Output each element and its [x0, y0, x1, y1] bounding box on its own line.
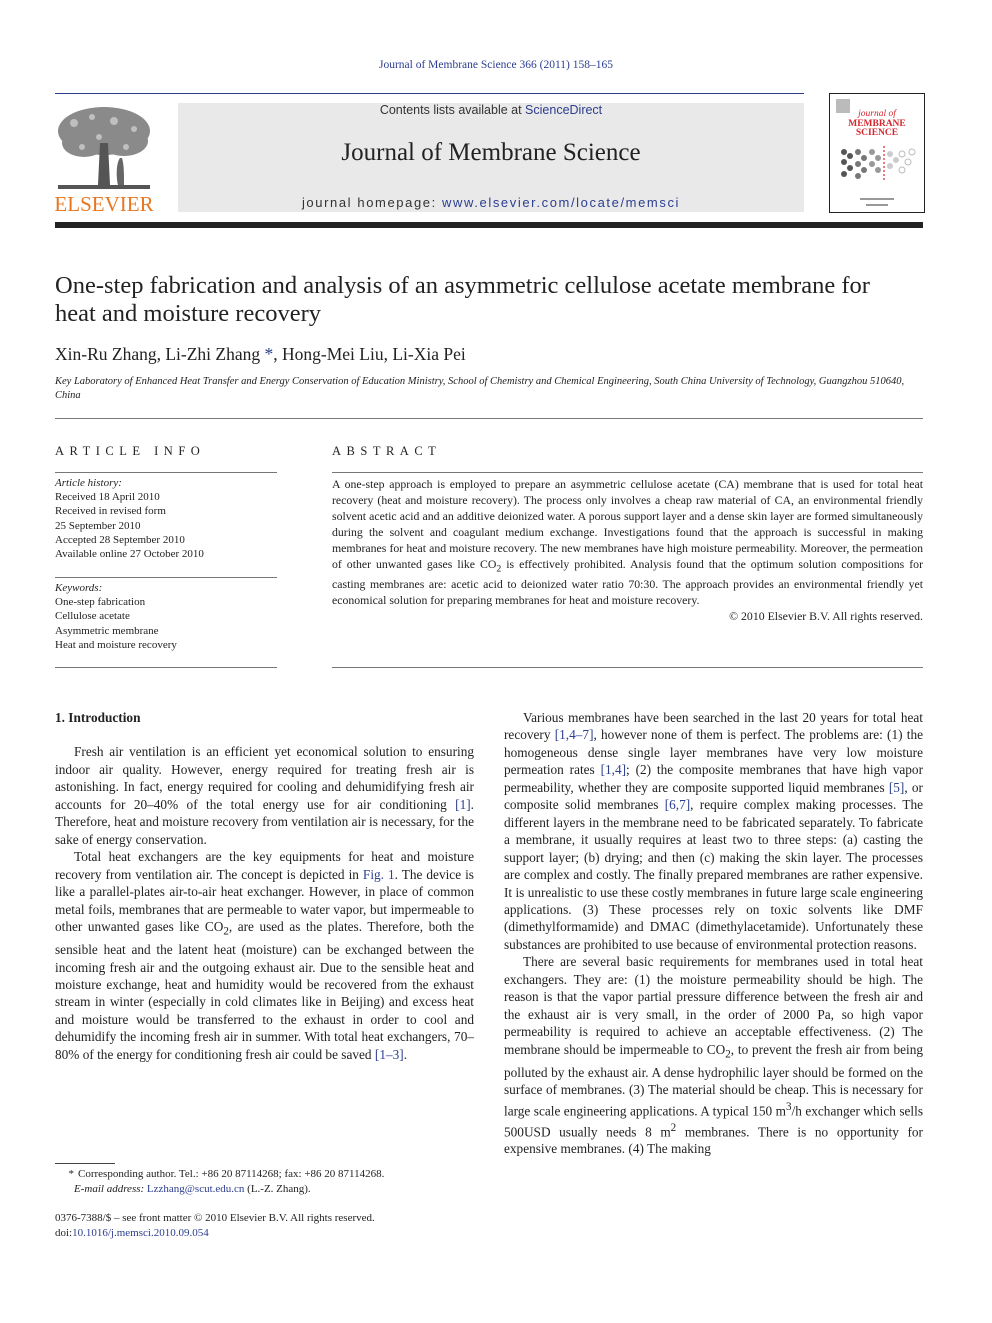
contents-prefix: Contents lists available at: [379, 103, 526, 117]
front-matter: 0376-7388/$ – see front matter © 2010 El…: [55, 1211, 475, 1241]
keyword-item: Cellulose acetate: [55, 610, 130, 623]
paragraph-text: .: [403, 1046, 408, 1062]
citation-link[interactable]: [5]: [889, 780, 905, 795]
authors-text: Xin-Ru Zhang, Li-Zhi Zhang: [55, 344, 261, 364]
divider: [332, 472, 923, 473]
history-label: Article history:: [55, 477, 122, 489]
corresponding-author-link[interactable]: *: [264, 344, 273, 364]
authors-text: , Hong-Mei Liu, Li-Xia Pei: [273, 344, 466, 364]
footnote-text: Corresponding author. Tel.: +86 20 87114…: [78, 1168, 385, 1180]
elsevier-logo: ELSEVIER: [54, 103, 154, 215]
cover-hexagon-graphic-icon: [841, 146, 916, 182]
cover-title-line: SCIENCE: [855, 128, 899, 138]
masthead: Contents lists available at ScienceDirec…: [178, 103, 804, 212]
doi-link[interactable]: 10.1016/j.memsci.2010.09.054: [72, 1227, 209, 1239]
homepage-prefix: journal homepage:: [301, 195, 443, 210]
history-item: Accepted 28 September 2010: [55, 533, 185, 546]
citation-link[interactable]: [6,7]: [665, 797, 690, 812]
paragraph-text: , are used as the plates. Therefore, bot…: [55, 918, 474, 1062]
figure-link[interactable]: Fig. 1: [363, 867, 395, 882]
keywords-label: Keywords:: [55, 582, 103, 594]
divider: [55, 472, 277, 473]
article-history: Article history: Received 18 April 2010 …: [55, 476, 277, 561]
paragraph: Various membranes have been searched in …: [504, 709, 923, 953]
cover-footer-text: [860, 198, 894, 200]
citation-link[interactable]: [1,4]: [601, 762, 626, 777]
author-list: Xin-Ru Zhang, Li-Zhi Zhang *, Hong-Mei L…: [55, 344, 466, 365]
email-suffix: (L.-Z. Zhang).: [244, 1183, 311, 1195]
paragraph: Fresh air ventilation is an efficient ye…: [55, 743, 474, 848]
abstract-heading: ABSTRACT: [332, 444, 442, 458]
journal-homepage: journal homepage: www.elsevier.com/locat…: [178, 195, 804, 210]
history-item: Available online 27 October 2010: [55, 548, 204, 561]
history-item: 25 September 2010: [55, 519, 141, 532]
footnote-mark: *: [68, 1168, 75, 1180]
journal-name: Journal of Membrane Science: [341, 139, 641, 166]
keywords: Keywords: One-step fabrication Cellulose…: [55, 581, 277, 652]
abstract-copyright: © 2010 Elsevier B.V. All rights reserved…: [729, 608, 923, 623]
doi-prefix: doi:: [55, 1227, 73, 1239]
keyword-item: Asymmetric membrane: [55, 624, 159, 637]
email-link[interactable]: Lzzhang@scut.edu.cn: [147, 1183, 244, 1195]
elsevier-wordmark: ELSEVIER: [54, 192, 154, 216]
keyword-item: One-step fabrication: [55, 596, 146, 609]
front-matter-text: 0376-7388/$ – see front matter © 2010 El…: [55, 1212, 375, 1224]
divider: [332, 667, 923, 668]
citation-link[interactable]: [1–3]: [375, 1047, 404, 1062]
sciencedirect-link[interactable]: ScienceDirect: [525, 103, 602, 117]
section-heading-introduction: 1. Introduction: [55, 710, 141, 725]
left-column: 1. Introduction Fresh air ventilation is…: [55, 709, 474, 1063]
citation-link[interactable]: [1]: [455, 797, 471, 812]
paragraph-text: Fresh air ventilation is an efficient ye…: [55, 744, 474, 812]
affiliation: Key Laboratory of Enhanced Heat Transfer…: [55, 376, 905, 401]
article-title: One-step fabrication and analysis of an …: [55, 272, 870, 327]
masthead-rule: [55, 93, 804, 94]
article-info-heading: ARTICLE INFO: [55, 444, 206, 458]
running-head[interactable]: Journal of Membrane Science 366 (2011) 1…: [0, 59, 992, 71]
divider: [55, 667, 277, 668]
paragraph-text: , require complex making processes. The …: [504, 797, 923, 952]
divider: [55, 577, 277, 578]
history-item: Received in revised form: [55, 505, 166, 518]
keyword-item: Heat and moisture recovery: [55, 638, 177, 651]
history-item: Received 18 April 2010: [55, 491, 160, 504]
paragraph: There are several basic requirements for…: [504, 953, 923, 1157]
header-thick-rule: [55, 222, 923, 228]
contents-available: Contents lists available at ScienceDirec…: [178, 103, 804, 117]
homepage-link[interactable]: www.elsevier.com/locate/memsci: [442, 195, 680, 210]
citation-link[interactable]: [1,4–7]: [555, 727, 594, 742]
right-column: Various membranes have been searched in …: [504, 709, 923, 1158]
email-label: E-mail address:: [74, 1183, 147, 1195]
divider: [55, 418, 923, 419]
abstract-text: A one-step approach is employed to prepa…: [332, 477, 923, 625]
cover-title: journal of MEMBRANE SCIENCE: [830, 109, 924, 139]
corresponding-author-footnote: * Corresponding author. Tel.: +86 20 8711…: [55, 1167, 475, 1197]
paragraph: Total heat exchangers are the key equipm…: [55, 848, 474, 1063]
footnote-rule: [55, 1163, 115, 1164]
elsevier-tree-icon: [58, 107, 150, 189]
cover-footer-text: [866, 204, 888, 206]
journal-cover-thumbnail[interactable]: journal of MEMBRANE SCIENCE: [829, 93, 925, 213]
